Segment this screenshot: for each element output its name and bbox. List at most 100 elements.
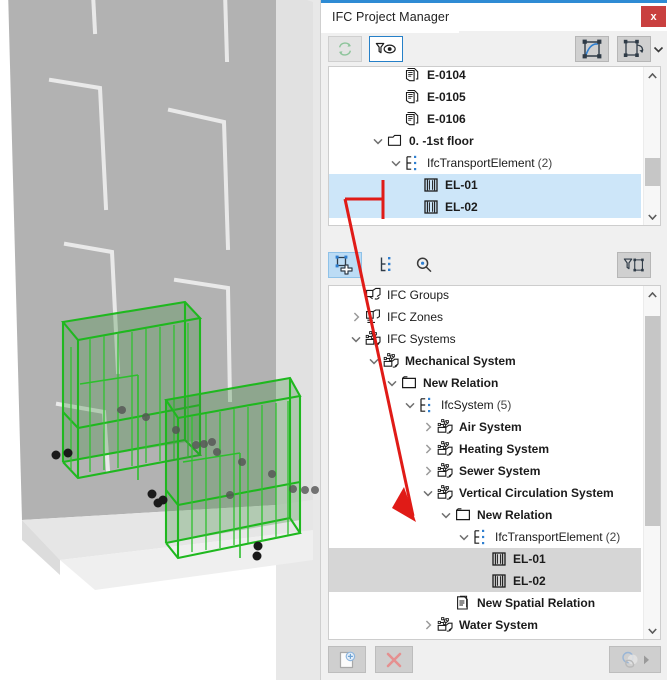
tree-bottom-scrollbar[interactable] [643,286,660,639]
chevron-down-icon[interactable] [459,534,469,541]
tree-twisty [407,174,421,196]
scroll-up-arrow[interactable] [644,286,660,303]
tree-twisty[interactable] [403,394,417,416]
window-title: IFC Project Manager [332,10,450,24]
tree-row[interactable]: IFC Systems [329,328,641,350]
ifc-systems-icon [435,460,454,482]
chevron-right-icon[interactable] [425,620,432,630]
tree-twisty[interactable] [349,328,363,350]
new-relation-button[interactable] [328,252,362,278]
tree-row[interactable]: IFC Groups [329,286,641,306]
tree-row[interactable]: EL-01 [329,174,641,196]
tree-row[interactable]: EL-02 [329,196,641,218]
chevron-down-icon[interactable] [441,512,451,519]
chevron-right-icon[interactable] [425,444,432,454]
ifc-project-manager-screen: IFC Project Manager x E-0104 E-0105 E-01… [0,0,667,680]
tree-twisty[interactable] [421,438,435,460]
triangle-right-icon [644,655,649,664]
mid-toolbar [321,248,667,282]
ifc-systems-icon [437,485,453,500]
tree-row[interactable]: IfcTransportElement (2) [329,526,641,548]
ifc-zones-icon [365,309,380,323]
tree-row[interactable]: 0. -1st floor [329,130,641,152]
new-item-button[interactable] [328,646,366,673]
tree-twisty[interactable] [421,416,435,438]
close-icon[interactable]: x [641,6,666,27]
top-toolbar [321,33,667,66]
document-element-icon [405,89,418,104]
tree-twisty[interactable] [385,372,399,394]
tree-twisty [475,548,489,570]
delete-item-button[interactable] [375,646,413,673]
tree-row[interactable]: IFC Zones [329,306,641,328]
filter-visibility-button[interactable] [369,36,403,62]
folder-icon [455,508,470,521]
scroll-up-arrow[interactable] [644,67,660,84]
ifc-classification-tree[interactable]: IFC Groups IFC Zones IFC Systems Mechanical… [328,285,661,640]
chevron-down-icon[interactable] [391,160,401,167]
tree-twisty[interactable] [389,152,403,174]
tree-row[interactable]: E-0104 [329,67,641,86]
show-in-tree-button[interactable] [617,36,651,62]
tree-row[interactable]: Heating System [329,438,641,460]
3d-model-viewport[interactable] [0,0,320,680]
chevron-down-icon[interactable] [369,358,379,365]
tree-twisty[interactable] [457,526,471,548]
tree-twisty[interactable] [371,130,385,152]
tree-row[interactable]: IfcTransportElement (2) [329,152,641,174]
tree-row-label: Water System [459,618,538,632]
scroll-thumb[interactable] [645,158,660,186]
tree-twisty[interactable] [367,350,381,372]
tree-row-count: (2) [537,156,553,170]
tree-row[interactable]: Vertical Circulation System [329,482,641,504]
tree-row[interactable]: E-0105 [329,86,641,108]
refresh-button[interactable] [328,36,362,62]
tree-twisty[interactable] [439,504,453,526]
filter-tree-button[interactable] [617,252,651,278]
scroll-down-arrow[interactable] [644,208,660,225]
tree-row[interactable]: New Relation [329,372,641,394]
tree-row[interactable]: New Spatial Relation [329,592,641,614]
chevron-right-icon[interactable] [353,312,360,322]
chevron-down-icon[interactable] [405,402,415,409]
tree-twisty[interactable] [349,306,363,328]
chevron-down-icon[interactable] [373,138,383,145]
tree-list-button[interactable] [371,252,405,278]
ifc-systems-icon [363,328,382,350]
tree-twisty [439,592,453,614]
overlapping-circles-icon [622,651,649,668]
funnel-frame-icon [623,258,644,272]
tree-row[interactable]: New Relation [329,504,641,526]
ifc-groups-icon [365,287,381,300]
tree-top-scrollbar[interactable] [643,67,660,225]
tree-row[interactable]: EL-01 [329,548,641,570]
tree-twisty[interactable] [421,614,435,636]
tree-row[interactable]: Sewer System [329,460,641,482]
chevron-down-icon[interactable] [387,380,397,387]
settings-button[interactable] [609,646,661,673]
tree-twisty[interactable] [421,482,435,504]
ifc-systems-icon [381,350,400,372]
chevron-right-icon[interactable] [425,466,432,476]
search-button[interactable] [407,252,441,278]
scroll-thumb[interactable] [645,315,660,527]
tree-twisty[interactable] [421,460,435,482]
tree-row[interactable]: E-0106 [329,108,641,130]
tree-twisty [349,286,363,306]
tree-row[interactable]: Air System [329,416,641,438]
chevron-down-icon[interactable] [653,44,664,55]
page-plus-icon [339,651,356,668]
tree-row-label: EL-02 [445,200,478,214]
chevron-down-icon[interactable] [423,490,433,497]
ifc-systems-icon [435,482,454,504]
red-x-icon [386,652,402,667]
select-elements-button[interactable] [575,36,609,62]
project-structure-tree[interactable]: E-0104 E-0105 E-0106 0. -1st floor IfcTransp… [328,66,661,226]
tree-row[interactable]: Water System [329,614,641,636]
tree-row[interactable]: EL-02 [329,570,641,592]
tree-row[interactable]: IfcSystem (5) [329,394,641,416]
scroll-down-arrow[interactable] [644,622,660,639]
chevron-right-icon[interactable] [425,422,432,432]
chevron-down-icon[interactable] [351,336,361,343]
tree-row[interactable]: Mechanical System [329,350,641,372]
